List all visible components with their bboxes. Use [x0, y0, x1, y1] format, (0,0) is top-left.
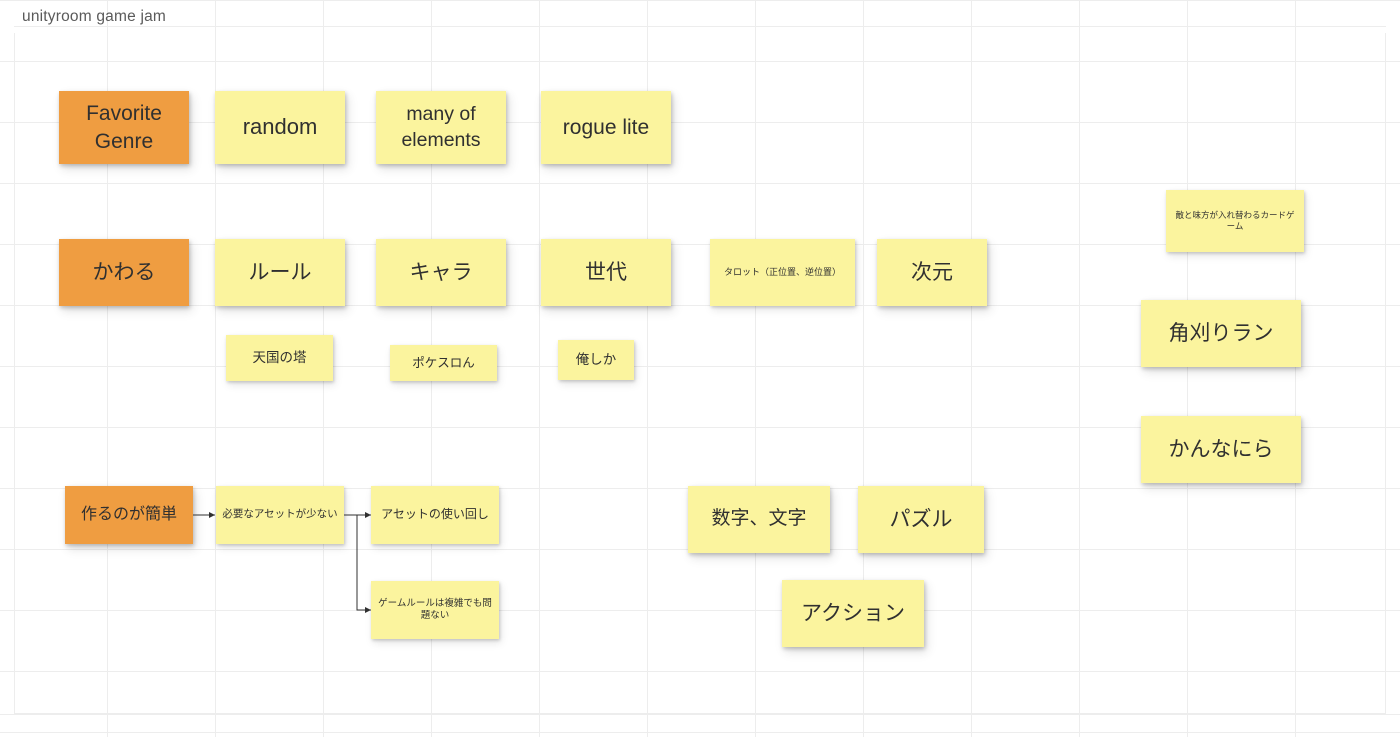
sticky-label: アクション: [801, 600, 905, 627]
sticky-note-pokeslon[interactable]: ポケスロん: [390, 345, 497, 381]
sticky-label: タロット（正位置、逆位置）: [724, 267, 841, 279]
sticky-note-action[interactable]: アクション: [782, 580, 924, 647]
sticky-note-few-assets[interactable]: 必要なアセットが少ない: [216, 486, 344, 544]
sticky-label: 世代: [585, 259, 627, 286]
sticky-label: かわる: [93, 259, 156, 286]
sticky-note-card-game[interactable]: 敵と味方が入れ替わるカードゲーム: [1166, 190, 1304, 252]
board-canvas[interactable]: Favorite Genre random many of elements rogu…: [0, 0, 1400, 737]
sticky-label: キャラ: [410, 259, 473, 286]
sticky-note-easy-make[interactable]: 作るのが簡単: [65, 486, 193, 544]
sticky-note-random[interactable]: random: [215, 91, 345, 164]
sticky-label: 俺しか: [576, 351, 617, 369]
sticky-label: パズル: [890, 506, 953, 533]
sticky-label: 数字、文字: [711, 507, 806, 532]
sticky-label: ゲームルールは複雑でも問題ない: [377, 598, 493, 623]
sticky-note-jigen[interactable]: 次元: [877, 239, 987, 306]
sticky-note-chara[interactable]: キャラ: [376, 239, 506, 306]
sticky-label: 天国の塔: [253, 349, 307, 367]
sticky-label: random: [243, 113, 318, 142]
sticky-label: ポケスロん: [412, 355, 475, 371]
sticky-label: 作るのが簡単: [81, 505, 177, 526]
sticky-label: 次元: [911, 259, 953, 286]
sticky-note-oreshika[interactable]: 俺しか: [558, 340, 634, 380]
sticky-label: 必要なアセットが少ない: [222, 508, 337, 522]
sticky-note-kawaru[interactable]: かわる: [59, 239, 189, 306]
sticky-label: 敵と味方が入れ替わるカードゲーム: [1172, 210, 1298, 232]
sticky-note-suuji-moji[interactable]: 数字、文字: [688, 486, 830, 553]
sticky-note-favorite-genre[interactable]: Favorite Genre: [59, 91, 189, 164]
sticky-note-kakugari-run[interactable]: 角刈りラン: [1141, 300, 1301, 367]
sticky-note-tengoku[interactable]: 天国の塔: [226, 335, 333, 381]
sticky-note-rule[interactable]: ルール: [215, 239, 345, 306]
sticky-note-sedai[interactable]: 世代: [541, 239, 671, 306]
sticky-label: かんなにら: [1169, 436, 1274, 463]
sticky-note-rogue-lite[interactable]: rogue lite: [541, 91, 671, 164]
sticky-note-asset-reuse[interactable]: アセットの使い回し: [371, 486, 499, 544]
sticky-note-rules-complex[interactable]: ゲームルールは複雑でも問題ない: [371, 581, 499, 639]
sticky-label: many of elements: [401, 102, 480, 153]
sticky-label: アセットの使い回し: [381, 507, 489, 523]
sticky-note-puzzle[interactable]: パズル: [858, 486, 984, 553]
sticky-note-tarot[interactable]: タロット（正位置、逆位置）: [710, 239, 855, 306]
sticky-label: rogue lite: [563, 114, 649, 141]
sticky-label: ルール: [249, 259, 312, 286]
sticky-label: 角刈りラン: [1169, 320, 1274, 347]
sticky-label: Favorite Genre: [86, 100, 162, 155]
sticky-note-kannanira[interactable]: かんなにら: [1141, 416, 1301, 483]
sticky-note-many-elements[interactable]: many of elements: [376, 91, 506, 164]
